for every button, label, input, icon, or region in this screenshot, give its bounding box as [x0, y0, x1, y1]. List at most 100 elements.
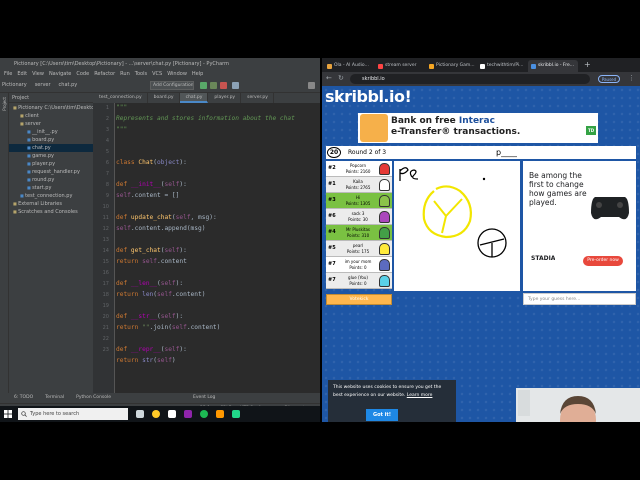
menu-item-code[interactable]: Code	[76, 70, 89, 79]
project-tree-item[interactable]: ■ __init__.py	[9, 128, 93, 136]
menu-item-vcs[interactable]: VCS	[152, 70, 162, 79]
project-tree-item[interactable]: ■ server	[9, 120, 93, 128]
breadcrumb: Pictionary server chat.py	[2, 82, 85, 88]
code-line: def __str__(self):	[116, 313, 184, 320]
browser-tab[interactable]: stream server	[375, 60, 425, 72]
browser-tab-label: skribbl.io - Fre...	[538, 63, 575, 68]
guess-input[interactable]: Type your guess here...	[523, 293, 636, 305]
browser-tab[interactable]: skribbl.io - Fre...	[528, 60, 578, 72]
project-tree-item[interactable]: ■ request_handler.py	[9, 168, 93, 176]
back-icon[interactable]: ←	[326, 74, 332, 82]
event-log-tool-button[interactable]: Event Log	[193, 393, 215, 403]
todo-tool-button[interactable]: 6: TODO	[14, 393, 33, 403]
menu-icon[interactable]: ⋮	[628, 74, 635, 82]
code-line: def __init__(self):	[116, 181, 187, 188]
chrome-icon[interactable]	[152, 410, 160, 418]
browser-tab[interactable]: techwithtim/Pi...	[477, 60, 527, 72]
menu-item-help[interactable]: Help	[192, 70, 203, 79]
browser-tab[interactable]: Pictionary Gam...	[426, 60, 476, 72]
project-tool-label[interactable]: Project	[2, 97, 7, 111]
project-tree-item[interactable]: ■ test_connection.py	[9, 192, 93, 200]
editor-tab[interactable]: board.py	[148, 93, 180, 103]
learn-more-link[interactable]: Learn more	[407, 393, 433, 398]
editor-tab[interactable]: player.py	[208, 93, 242, 103]
spotify-icon[interactable]	[200, 410, 208, 418]
favicon-icon	[531, 64, 536, 69]
terminal-tool-button[interactable]: Terminal	[45, 393, 64, 403]
profile-paused-badge[interactable]: Paused	[598, 75, 620, 83]
browser-tab-label: Pictionary Gam...	[436, 63, 475, 68]
project-tree-label: External Libraries	[18, 201, 62, 207]
votekick-button[interactable]: Votekick	[326, 294, 392, 305]
skribbl-logo[interactable]: skribbl.io!	[325, 87, 411, 106]
timer-clock: 20	[327, 147, 341, 158]
reload-icon[interactable]: ↻	[338, 74, 344, 82]
sidebar-ad[interactable]: Be among the first to change how games a…	[523, 161, 636, 291]
project-tree-item[interactable]: ■ Pictionary C:\Users\tim\Desktop\Pictio…	[9, 104, 93, 112]
project-tree-item[interactable]: ■ External Libraries	[9, 200, 93, 208]
player-row: #5 pearl Points: 175	[326, 241, 392, 257]
project-tree-item[interactable]: ■ game.py	[9, 152, 93, 160]
menu-item-navigate[interactable]: Navigate	[49, 70, 71, 79]
banner-ad-brand: Interac	[458, 116, 495, 126]
menu-item-run[interactable]: Run	[120, 70, 130, 79]
new-tab-icon[interactable]: +	[584, 60, 591, 69]
project-panel-header: Project	[9, 93, 93, 103]
player-rank: #6	[328, 213, 336, 219]
code-editor[interactable]: """ Represents and stores information ab…	[116, 103, 320, 393]
file-explorer-icon[interactable]	[216, 410, 224, 418]
obs-icon[interactable]	[184, 410, 192, 418]
project-tree-item[interactable]: ■ Scratches and Consoles	[9, 208, 93, 216]
python-console-tool-button[interactable]: Python Console	[76, 393, 111, 403]
vcs-icon[interactable]	[232, 82, 239, 89]
line-number: 11	[102, 215, 109, 221]
player-points: Points: 2765	[345, 185, 371, 190]
favicon-icon	[327, 64, 332, 69]
project-tree-item[interactable]: ■ player.py	[9, 160, 93, 168]
banner-ad[interactable]: Bank on free Interac e-Transfer® transac…	[358, 113, 598, 143]
stop-icon[interactable]	[220, 82, 227, 89]
browser-tab-strip: Ola - AI Audio... stream server Pictionary…	[322, 58, 640, 72]
project-tree-item[interactable]: ■ start.py	[9, 184, 93, 192]
editor-tab[interactable]: server.py	[241, 93, 274, 103]
menu-item-file[interactable]: File	[4, 70, 12, 79]
code-line: return self.content	[116, 258, 187, 265]
project-tree-item[interactable]: ■ client	[9, 112, 93, 120]
project-tree-label: round.py	[32, 177, 55, 183]
code-line: return "".join(self.content)	[116, 324, 221, 331]
debug-icon[interactable]	[210, 82, 217, 89]
menu-item-view[interactable]: View	[32, 70, 44, 79]
drawing-canvas[interactable]	[394, 161, 520, 291]
run-icon[interactable]	[200, 82, 207, 89]
player-name: sack 3	[351, 211, 365, 216]
line-number: 21	[102, 325, 109, 331]
windows-start-icon[interactable]	[4, 410, 12, 418]
project-tree-item[interactable]: ■ board.py	[9, 136, 93, 144]
menu-item-edit[interactable]: Edit	[17, 70, 27, 79]
breadcrumb-item[interactable]: server	[35, 82, 51, 88]
player-points: Points: 175	[346, 249, 370, 254]
project-tree-item[interactable]: ■ chat.py	[9, 144, 93, 152]
webcam-person-image	[516, 388, 640, 422]
task-view-icon[interactable]	[136, 410, 144, 418]
pycharm-icon[interactable]	[232, 410, 240, 418]
breadcrumb-item[interactable]: Pictionary	[2, 82, 27, 88]
search-icon[interactable]	[308, 82, 315, 89]
cookie-accept-button[interactable]: Got it!	[366, 409, 398, 421]
taskbar-search-input[interactable]: Type here to search	[18, 408, 128, 420]
notepad-icon[interactable]	[168, 410, 176, 418]
browser-tab[interactable]: Ola - AI Audio...	[324, 60, 374, 72]
menu-item-window[interactable]: Window	[167, 70, 187, 79]
menu-item-refactor[interactable]: Refactor	[94, 70, 115, 79]
breadcrumb-item[interactable]: chat.py	[59, 82, 78, 88]
browser-toolbar: ← ↻ skribbl.io Paused ⋮	[322, 72, 640, 86]
run-configuration-dropdown[interactable]: Add Configuration...	[150, 81, 194, 90]
project-tree-item[interactable]: ■ round.py	[9, 176, 93, 184]
address-bar[interactable]: skribbl.io	[350, 74, 590, 84]
preorder-button[interactable]: Pre-order now	[583, 256, 623, 266]
editor-tab[interactable]: test_connection.py	[93, 93, 148, 103]
menu-item-tools[interactable]: Tools	[135, 70, 147, 79]
editor-tab[interactable]: chat.py	[179, 93, 209, 103]
